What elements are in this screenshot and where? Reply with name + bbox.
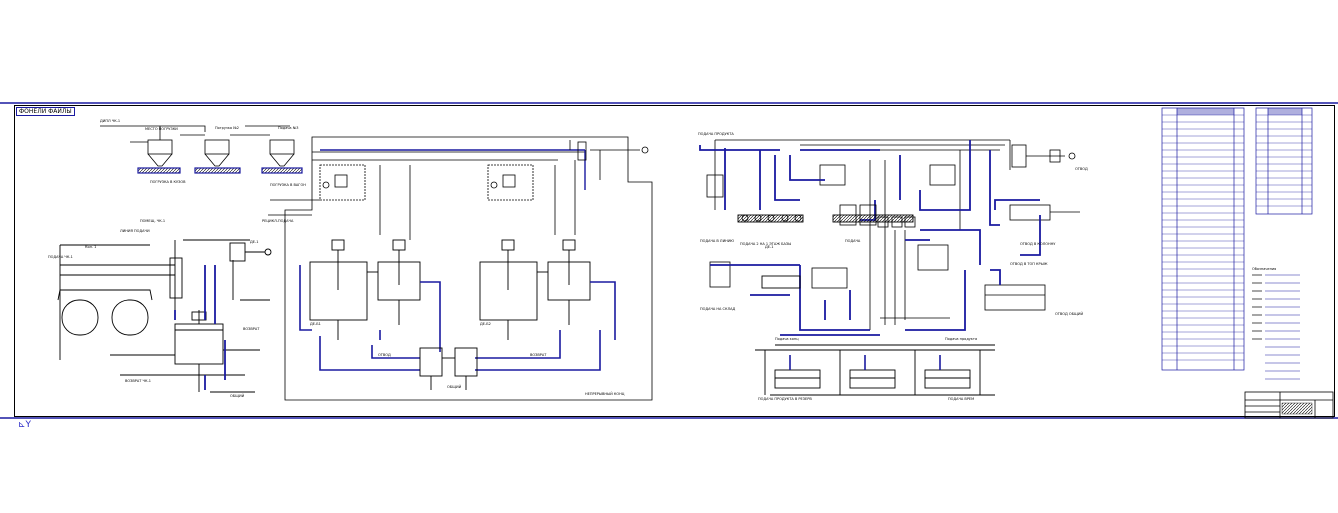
svg-text:МЕСТО ПОГРУЗКИ: МЕСТО ПОГРУЗКИ: [145, 127, 178, 131]
heat-exchangers: [755, 344, 995, 396]
svg-text:ДЕ-1: ДЕ-1: [250, 240, 258, 244]
svg-text:ОТВОД: ОТВОД: [378, 353, 391, 357]
svg-text:ВОЗВРАТ: ВОЗВРАТ: [243, 327, 260, 331]
legend-table-1: [1161, 107, 1245, 371]
svg-text:ДЕ-Б1: ДЕ-Б1: [310, 322, 321, 326]
svg-text:ВОЗВРАТ: ВОЗВРАТ: [530, 353, 547, 357]
svg-text:ДЕ-1: ДЕ-1: [765, 245, 773, 249]
svg-text:Подача №3: Подача №3: [278, 126, 299, 130]
svg-text:ПОДАЧА ЧК-1: ПОДАЧА ЧК-1: [48, 255, 73, 259]
process-flow-diagram: ДИПЛ ЧК-1 МЕСТО ПОГРУЗКИ Погрузка №2 Под…: [0, 102, 1338, 419]
svg-text:ПОДАЧА ПРОДУКТА: ПОДАЧА ПРОДУКТА: [698, 132, 734, 136]
hopper-conveyors: [137, 167, 303, 174]
middle-block-outline: [284, 136, 653, 401]
left-blue-lines: [174, 265, 226, 390]
svg-text:ОТВОД В КОЛОННУ: ОТВОД В КОЛОННУ: [1020, 242, 1056, 246]
svg-text:ПОГРУЗКА В ВАГОН: ПОГРУЗКА В ВАГОН: [270, 183, 306, 187]
legend-table-2: [1255, 107, 1313, 215]
middle-junction: [419, 347, 478, 390]
svg-text:ПОМЕЩ. ЧК-1: ПОМЕЩ. ЧК-1: [140, 219, 165, 223]
svg-text:Обозначения: Обозначения: [1252, 267, 1276, 271]
svg-text:НЕПРЕРЫВНЫЙ КОНЦ: НЕПРЕРЫВНЫЙ КОНЦ: [585, 391, 625, 396]
svg-text:Погрузка №2: Погрузка №2: [215, 126, 239, 130]
svg-text:ПОДАЧА В ЛИНИЮ: ПОДАЧА В ЛИНИЮ: [700, 239, 734, 243]
svg-text:ПОДАЧА: ПОДАЧА: [845, 239, 861, 243]
middle-top-pipe-blue: [320, 149, 586, 190]
svg-text:ЛИНИЯ ПОДАЧИ: ЛИНИЯ ПОДАЧИ: [120, 229, 150, 233]
right-conveyors: [737, 214, 914, 289]
storage-tanks: [57, 239, 272, 393]
symbol-legend: [1252, 274, 1262, 340]
hopper-group: [100, 125, 295, 167]
svg-text:ОБЩИЙ: ОБЩИЙ: [230, 393, 245, 398]
legend-table-1-rows: [1162, 114, 1244, 361]
middle-blue-pipes: [299, 265, 616, 371]
svg-text:Подача конц: Подача конц: [775, 337, 799, 341]
svg-text:РЕЦИКЛ-ПОДАЧА: РЕЦИКЛ-ПОДАЧА: [262, 219, 294, 223]
svg-text:ОТВОД В ТОП КРЫЖ: ОТВОД В ТОП КРЫЖ: [1010, 262, 1048, 266]
svg-text:ОБЩИЙ: ОБЩИЙ: [447, 384, 462, 389]
svg-text:ВОЗВРАТ ЧК-1: ВОЗВРАТ ЧК-1: [125, 379, 151, 383]
svg-text:ДЕ-Б2: ДЕ-Б2: [480, 322, 491, 326]
right-block-lines: [706, 139, 1080, 330]
svg-text:ДИПЛ ЧК-1: ДИПЛ ЧК-1: [100, 119, 120, 123]
svg-text:ПОГРУЗКА В КУЗОВ: ПОГРУЗКА В КУЗОВ: [150, 180, 186, 184]
svg-text:Подача продукта: Подача продукта: [945, 337, 977, 341]
reactor-vessels: [309, 239, 591, 340]
svg-text:ПОДАЧА ПРОДУКТА В РЕЗЕРВ: ПОДАЧА ПРОДУКТА В РЕЗЕРВ: [758, 397, 812, 401]
svg-text:ОТВОД: ОТВОД: [1075, 167, 1088, 171]
svg-text:ОТВОД ОБЩИЙ: ОТВОД ОБЩИЙ: [1055, 311, 1083, 316]
svg-text:ПОДАЧА ВРЕМ: ПОДАЧА ВРЕМ: [948, 397, 974, 401]
svg-text:Кол. 1: Кол. 1: [85, 245, 96, 249]
svg-text:ПОДАЧА НА СКЛАД: ПОДАЧА НА СКЛАД: [700, 307, 736, 311]
